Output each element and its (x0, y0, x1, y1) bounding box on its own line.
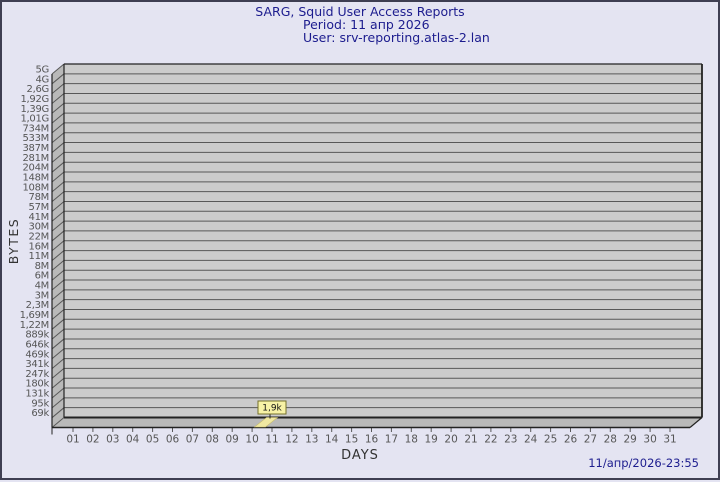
svg-text:10: 10 (245, 434, 258, 446)
svg-text:04: 04 (126, 434, 140, 446)
svg-text:03: 03 (106, 434, 119, 446)
svg-text:24: 24 (524, 434, 538, 446)
svg-text:15: 15 (345, 434, 358, 446)
svg-text:21: 21 (464, 434, 477, 446)
svg-text:08: 08 (206, 434, 219, 446)
svg-text:14: 14 (325, 434, 339, 446)
x-axis-ticks (73, 428, 670, 432)
svg-text:31: 31 (663, 434, 676, 446)
chart-canvas: 5G4G2,6G1,92G1,39G1,01G734M533M387M281M2… (2, 2, 720, 482)
svg-text:28: 28 (604, 434, 617, 446)
generated-timestamp: 11/апр/2026-23:55 (588, 456, 699, 470)
svg-text:06: 06 (166, 434, 180, 446)
svg-text:11: 11 (265, 434, 278, 446)
svg-text:17: 17 (385, 434, 398, 446)
y-axis-title: BYTES (6, 218, 21, 265)
x-axis-title: DAYS (341, 448, 379, 463)
svg-text:20: 20 (444, 434, 457, 446)
svg-text:09: 09 (226, 434, 239, 446)
sarg-report-page: SARG, Squid User Access Reports Period: … (0, 0, 720, 480)
svg-text:07: 07 (186, 434, 199, 446)
svg-text:69k: 69k (31, 408, 49, 419)
svg-text:18: 18 (405, 434, 418, 446)
svg-text:19: 19 (425, 434, 438, 446)
svg-text:13: 13 (305, 434, 318, 446)
svg-text:27: 27 (584, 434, 597, 446)
svg-text:16: 16 (365, 434, 379, 446)
svg-text:25: 25 (544, 434, 557, 446)
x-axis-labels: 01 02 03 04 05 06 07 08 09 10 11 12 13 14 15 16 17 18 19 20… (66, 434, 676, 446)
y-axis-labels: 5G4G2,6G1,92G1,39G1,01G734M533M387M281M2… (20, 65, 50, 420)
svg-text:02: 02 (86, 434, 99, 446)
svg-text:30: 30 (643, 434, 656, 446)
svg-text:01: 01 (66, 434, 79, 446)
svg-text:22: 22 (484, 434, 497, 446)
svg-text:05: 05 (146, 434, 159, 446)
floor-3d (52, 418, 702, 428)
bar-value-label: 1,9k (262, 404, 282, 414)
svg-text:29: 29 (624, 434, 637, 446)
svg-text:26: 26 (564, 434, 578, 446)
svg-text:12: 12 (285, 434, 298, 446)
svg-text:23: 23 (504, 434, 517, 446)
